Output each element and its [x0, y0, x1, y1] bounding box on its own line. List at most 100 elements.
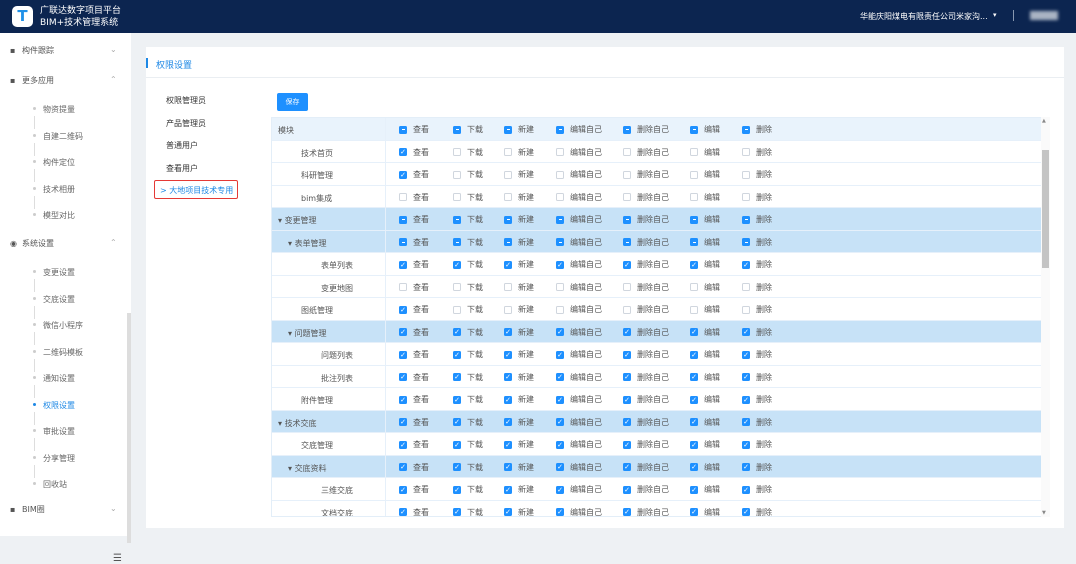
- checkbox[interactable]: [453, 193, 461, 201]
- checkbox[interactable]: [623, 148, 631, 156]
- checkbox[interactable]: [504, 148, 512, 156]
- perm-checkbox-0[interactable]: ✓ 查看: [399, 372, 429, 383]
- app-logo[interactable]: T: [12, 6, 33, 27]
- perm-checkbox-2[interactable]: 新建: [504, 192, 534, 203]
- perm-checkbox-4[interactable]: ✓ 删除自己: [623, 484, 669, 495]
- perm-checkbox-0[interactable]: ✓ 查看: [399, 349, 429, 360]
- sidebar-item[interactable]: 模型对比: [33, 210, 75, 221]
- checkbox[interactable]: ✓: [623, 328, 631, 336]
- perm-checkbox-3[interactable]: 编辑自己: [556, 304, 602, 315]
- perm-checkbox-2[interactable]: ✓ 新建: [504, 417, 534, 428]
- perm-checkbox-5[interactable]: ✓ 编辑: [690, 259, 720, 270]
- perm-checkbox-1[interactable]: ✓ 下载: [453, 462, 483, 473]
- checkbox[interactable]: ✓: [399, 350, 407, 359]
- checkbox[interactable]: ✓: [690, 440, 698, 449]
- perm-checkbox-5[interactable]: ✓ 编辑: [690, 394, 720, 405]
- checkbox[interactable]: ✓: [504, 485, 512, 494]
- perm-checkbox-1[interactable]: 下载: [453, 192, 483, 203]
- checkbox[interactable]: ✓: [399, 260, 407, 269]
- perm-checkbox-1[interactable]: ✓ 下载: [453, 372, 483, 383]
- checkbox[interactable]: ✓: [623, 440, 631, 449]
- perm-checkbox-3[interactable]: ✓ 编辑自己: [556, 327, 602, 338]
- checkbox[interactable]: [399, 193, 407, 201]
- perm-checkbox-3[interactable]: ✓ 编辑自己: [556, 259, 602, 270]
- sidebar-item[interactable]: 交底设置: [33, 294, 75, 305]
- checkbox[interactable]: ✓: [742, 485, 750, 494]
- checkbox[interactable]: ✓: [453, 328, 461, 336]
- checkbox[interactable]: [453, 305, 461, 314]
- checkbox[interactable]: [453, 283, 461, 291]
- perm-checkbox-6[interactable]: 删除: [742, 124, 772, 135]
- perm-checkbox-0[interactable]: 查看: [399, 192, 429, 203]
- perm-checkbox-5[interactable]: ✓ 编辑: [690, 439, 720, 450]
- perm-checkbox-0[interactable]: ✓ 查看: [399, 259, 429, 270]
- perm-checkbox-0[interactable]: 查看: [399, 124, 429, 135]
- perm-checkbox-6[interactable]: ✓ 删除: [742, 462, 772, 473]
- perm-checkbox-3[interactable]: 编辑自己: [556, 169, 602, 180]
- checkbox[interactable]: [623, 238, 631, 246]
- checkbox[interactable]: [623, 215, 631, 224]
- checkbox[interactable]: [556, 125, 564, 134]
- perm-checkbox-2[interactable]: ✓ 新建: [504, 394, 534, 405]
- checkbox[interactable]: ✓: [556, 395, 564, 404]
- checkbox[interactable]: ✓: [453, 350, 461, 359]
- checkbox[interactable]: ✓: [556, 260, 564, 269]
- perm-checkbox-3[interactable]: ✓ 编辑自己: [556, 462, 602, 473]
- perm-checkbox-6[interactable]: 删除: [742, 169, 772, 180]
- perm-checkbox-1[interactable]: 下载: [453, 282, 483, 293]
- checkbox[interactable]: [742, 238, 750, 246]
- perm-checkbox-6[interactable]: 删除: [742, 192, 772, 203]
- checkbox[interactable]: [623, 283, 631, 291]
- checkbox[interactable]: [453, 170, 461, 179]
- perm-checkbox-1[interactable]: 下载: [453, 169, 483, 180]
- perm-checkbox-2[interactable]: 新建: [504, 282, 534, 293]
- perm-checkbox-4[interactable]: ✓ 删除自己: [623, 417, 669, 428]
- perm-checkbox-1[interactable]: 下载: [453, 214, 483, 225]
- checkbox[interactable]: [504, 170, 512, 179]
- perm-checkbox-4[interactable]: ✓ 删除自己: [623, 462, 669, 473]
- checkbox[interactable]: ✓: [504, 395, 512, 404]
- perm-checkbox-6[interactable]: 删除: [742, 147, 772, 158]
- perm-checkbox-5[interactable]: ✓ 编辑: [690, 484, 720, 495]
- collapse-menu-icon[interactable]: ☰: [113, 553, 122, 564]
- checkbox[interactable]: ✓: [690, 485, 698, 494]
- role-item[interactable]: 权限管理员: [166, 95, 206, 106]
- checkbox[interactable]: ✓: [556, 440, 564, 449]
- perm-checkbox-0[interactable]: ✓ 查看: [399, 439, 429, 450]
- perm-checkbox-3[interactable]: ✓ 编辑自己: [556, 372, 602, 383]
- checkbox[interactable]: ✓: [453, 260, 461, 269]
- checkbox[interactable]: ✓: [556, 508, 564, 516]
- sidebar-scrollbar[interactable]: [127, 313, 131, 543]
- checkbox[interactable]: ✓: [742, 350, 750, 359]
- checkbox[interactable]: [690, 193, 698, 201]
- scroll-thumb[interactable]: [1042, 150, 1049, 268]
- checkbox[interactable]: ✓: [453, 418, 461, 426]
- perm-checkbox-6[interactable]: ✓ 删除: [742, 372, 772, 383]
- checkbox[interactable]: [623, 125, 631, 134]
- checkbox[interactable]: [556, 238, 564, 246]
- checkbox[interactable]: ✓: [399, 373, 407, 381]
- perm-checkbox-0[interactable]: 查看: [399, 237, 429, 248]
- checkbox[interactable]: ✓: [623, 463, 631, 471]
- sidebar-group[interactable]: ▪ 构件跟踪 ⌄: [10, 45, 117, 56]
- checkbox[interactable]: [399, 215, 407, 224]
- checkbox[interactable]: ✓: [504, 463, 512, 471]
- checkbox[interactable]: ✓: [399, 305, 407, 314]
- perm-checkbox-2[interactable]: ✓ 新建: [504, 462, 534, 473]
- checkbox[interactable]: ✓: [556, 350, 564, 359]
- checkbox[interactable]: [453, 125, 461, 134]
- perm-checkbox-0[interactable]: ✓ 查看: [399, 304, 429, 315]
- sidebar-group[interactable]: ▪ BIM圈 ⌄: [10, 504, 117, 515]
- checkbox[interactable]: ✓: [690, 260, 698, 269]
- checkbox[interactable]: [556, 148, 564, 156]
- role-item-selected[interactable]: > 大地项目技术专用: [154, 180, 238, 199]
- perm-checkbox-1[interactable]: ✓ 下载: [453, 394, 483, 405]
- scroll-down-icon[interactable]: ▼: [1042, 510, 1046, 516]
- perm-checkbox-6[interactable]: 删除: [742, 304, 772, 315]
- checkbox[interactable]: [504, 305, 512, 314]
- checkbox[interactable]: ✓: [742, 395, 750, 404]
- role-item[interactable]: 产品管理员: [166, 118, 206, 129]
- perm-checkbox-2[interactable]: ✓ 新建: [504, 507, 534, 516]
- checkbox[interactable]: [556, 215, 564, 224]
- checkbox[interactable]: [690, 305, 698, 314]
